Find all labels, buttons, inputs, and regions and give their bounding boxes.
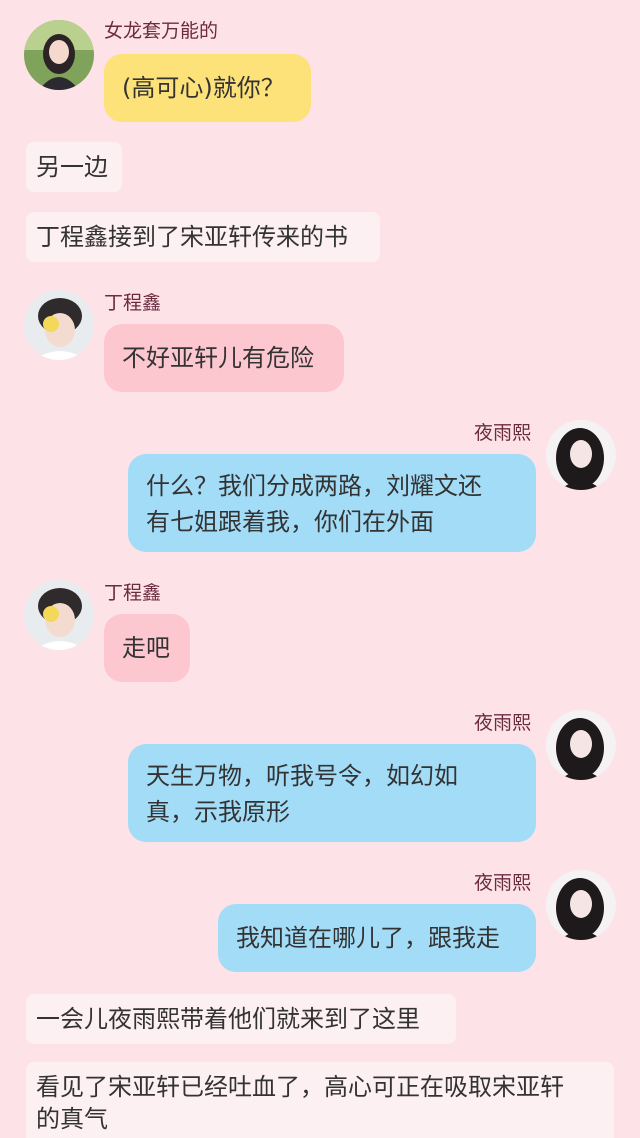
message-bubble[interactable]: 我知道在哪儿了，跟我走: [218, 904, 536, 972]
narration-text: 一会儿夜雨熙带着他们就来到了这里: [36, 1005, 420, 1033]
message-text: 我知道在哪儿了，跟我走: [236, 924, 500, 952]
narration-text: 丁程鑫接到了宋亚轩传来的书: [36, 223, 348, 251]
narration-block: 另一边: [26, 142, 122, 192]
sender-name: 夜雨熙: [474, 872, 532, 894]
avatar-dark-hair-girl[interactable]: [546, 420, 616, 490]
sender-name: 夜雨熙: [474, 422, 532, 444]
message-text: 走吧: [122, 634, 170, 662]
sender-name: 丁程鑫: [104, 582, 162, 604]
message-text-line: 有七姐跟着我，你们在外面: [146, 508, 434, 536]
message-bubble[interactable]: 走吧: [104, 614, 190, 682]
message-text: 不好亚轩儿有危险: [122, 344, 314, 372]
message-bubble[interactable]: 天生万物，听我号令，如幻如 真，示我原形: [128, 744, 536, 842]
narration-text: 另一边: [36, 153, 108, 181]
message-bubble[interactable]: 什么？我们分成两路，刘耀文还 有七姐跟着我，你们在外面: [128, 454, 536, 552]
message-bubble[interactable]: (高可心)就你？: [104, 54, 311, 122]
narration-block: 一会儿夜雨熙带着他们就来到了这里: [26, 994, 456, 1044]
avatar-dark-hair-girl[interactable]: [546, 710, 616, 780]
avatar-boy[interactable]: [24, 580, 94, 650]
narration-block: 丁程鑫接到了宋亚轩传来的书: [26, 212, 380, 262]
message-bubble[interactable]: 不好亚轩儿有危险: [104, 324, 344, 392]
narration-block: 看见了宋亚轩已经吐血了，高心可正在吸取宋亚轩 的真气: [26, 1062, 614, 1138]
message-text-line: 真，示我原形: [146, 798, 290, 826]
narration-text-line: 的真气: [36, 1105, 108, 1133]
avatar-dark-hair-girl[interactable]: [546, 870, 616, 940]
avatar-boy[interactable]: [24, 290, 94, 360]
message-text-line: 天生万物，听我号令，如幻如: [146, 762, 458, 790]
sender-name: 女龙套万能的: [104, 20, 219, 42]
message-text: (高可心)就你？: [122, 74, 285, 102]
avatar-girl[interactable]: [24, 20, 94, 90]
message-text-line: 什么？我们分成两路，刘耀文还: [146, 472, 482, 500]
narration-text-line: 看见了宋亚轩已经吐血了，高心可正在吸取宋亚轩: [36, 1073, 564, 1101]
sender-name: 夜雨熙: [474, 712, 532, 734]
sender-name: 丁程鑫: [104, 292, 162, 314]
